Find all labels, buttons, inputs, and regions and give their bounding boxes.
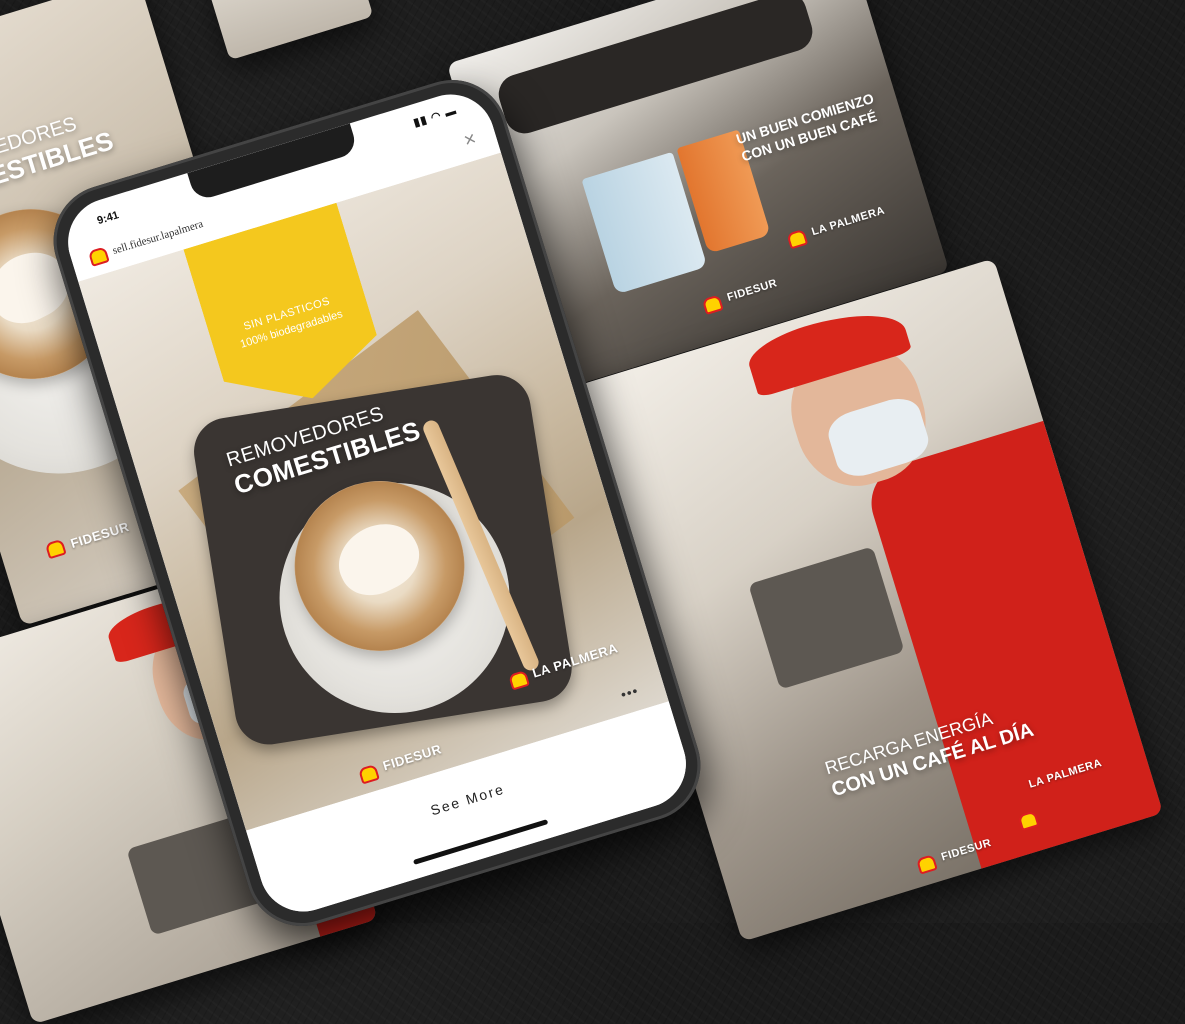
close-icon[interactable]: ×	[461, 128, 479, 153]
shell-logo-icon	[915, 854, 938, 875]
shell-logo-icon	[357, 763, 380, 785]
card-espresso-brand-palmera: LA PALMERA	[810, 204, 887, 239]
story-brand-fidesur: FIDESUR	[381, 741, 444, 774]
home-indicator[interactable]	[412, 819, 549, 865]
espresso-machine-image	[748, 546, 905, 690]
shell-logo-icon	[786, 228, 809, 250]
shell-logo-icon	[87, 246, 110, 267]
espresso-machine-image	[493, 0, 818, 139]
signal-wifi-battery-icon: ▮▮ ◠ ▬	[412, 104, 459, 130]
story-card-barista: RECARGA ENERGÍA CON UN CAFÉ AL DÍA LA PA…	[572, 258, 1164, 942]
card-espresso-brand-fidesur: FIDESUR	[725, 277, 779, 304]
card-left-brand-fidesur: FIDESUR	[68, 518, 131, 551]
see-more-button[interactable]: See More	[423, 778, 513, 821]
story-card-top-sliver	[206, 0, 374, 61]
status-time: 9:41	[95, 209, 121, 228]
shell-logo-icon	[44, 538, 67, 560]
shell-logo-icon	[701, 294, 724, 315]
barista-shirt-image	[861, 420, 1164, 879]
